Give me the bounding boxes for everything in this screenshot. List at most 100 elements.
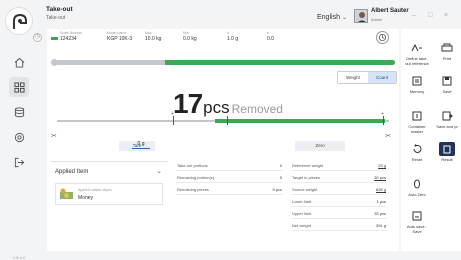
save-icon <box>439 74 455 88</box>
tool-memory[interactable]: Memory <box>401 74 433 94</box>
language-selector[interactable]: English ⌄ <box>317 14 347 21</box>
nav-database-icon[interactable] <box>9 102 29 122</box>
progress-start-handle <box>51 59 58 66</box>
tool-define-reference[interactable]: Define take- out reference <box>401 41 433 66</box>
current-marker <box>227 116 228 125</box>
info-value: 124234 <box>60 36 77 42</box>
avatar[interactable] <box>354 9 368 23</box>
load-progress-fill <box>164 60 395 65</box>
reset-icon <box>409 142 425 156</box>
tool-panel: Define take- out reference Print Memory … <box>401 29 461 251</box>
page-title: Take-out <box>46 6 73 13</box>
info-value: 0.0 kg <box>183 36 197 42</box>
table-row: Target in pieces 30 pcs <box>291 171 387 183</box>
auto-save-icon <box>409 209 425 223</box>
nav-logout-icon[interactable] <box>9 152 29 172</box>
tool-label: Memory <box>409 89 425 94</box>
scissors-left-icon: ✂ <box>51 133 57 140</box>
auto-zero-icon <box>409 177 425 191</box>
table-row: Remaining pieces 9 pcs <box>176 183 283 195</box>
row-label: Take-out portions <box>177 163 208 168</box>
tool-print[interactable]: Print <box>433 41 461 61</box>
applied-item-panel: Applied Item ⌄ Applied master object Mon… <box>51 161 168 213</box>
info-label: e <box>267 31 269 35</box>
toggle-weight[interactable]: Weight <box>338 72 368 83</box>
toggle-count[interactable]: Count <box>367 72 396 83</box>
tool-result[interactable]: Result <box>433 142 461 162</box>
row-label: Reference weight <box>292 163 324 168</box>
row-value: 9 <box>279 175 282 180</box>
save-print-icon <box>439 109 455 123</box>
applied-item-title: Applied Item <box>55 169 89 175</box>
user-name: Albert Sauter <box>371 8 409 14</box>
info-value: 1.0 g <box>227 36 239 42</box>
row-value: 0 <box>279 163 282 168</box>
row-value-link[interactable]: 23 g <box>378 163 386 168</box>
tool-container-master[interactable]: Container master <box>401 109 433 134</box>
info-max: Max 10.0 kg <box>145 31 161 42</box>
result-icon <box>439 142 455 156</box>
scissors-right-icon: ✂ <box>385 133 391 140</box>
nav-scale-icon[interactable] <box>9 127 29 147</box>
row-value: 391 g <box>375 223 386 228</box>
tool-label: Define take- out reference <box>405 56 429 66</box>
tool-auto-save[interactable]: Auto save - Save <box>401 209 433 234</box>
app-logo[interactable]: ◷ <box>5 7 42 42</box>
info-label: Max <box>145 31 152 35</box>
reading-status: Removed <box>231 102 283 116</box>
tool-reset[interactable]: Reset <box>401 142 433 162</box>
define-reference-icon <box>409 41 425 55</box>
row-label: Lower limit <box>292 199 312 204</box>
row-value-link[interactable]: 30 pcs <box>374 175 386 180</box>
row-label: Remaining portion(s) <box>177 175 215 180</box>
tare-value: 0 <box>137 141 141 147</box>
table-row: Source weight 826 g <box>291 183 387 195</box>
row-label: Source weight <box>292 187 318 192</box>
breadcrumb: Take-out <box>46 15 66 21</box>
info-model: Model name KGP 10K-3 <box>107 31 132 42</box>
row-value: 33 pcs <box>374 211 386 216</box>
tool-save-print[interactable]: Save and pr <box>433 109 461 129</box>
weighing-card: Scale Number 124234 Model name KGP 10K-3… <box>47 29 399 251</box>
tool-label: Reset <box>411 157 423 162</box>
upper-limit-plus: + <box>381 111 384 117</box>
close-button[interactable]: × <box>444 12 448 19</box>
view-toggle: Weight Count <box>337 71 397 84</box>
row-value-link[interactable]: 826 g <box>376 187 386 192</box>
info-d: d 1.0 g <box>227 31 238 42</box>
tool-label: Print <box>442 56 452 61</box>
tare-value-input[interactable]: 0 g <box>132 139 150 149</box>
reference-table: Reference weight 23 g Target in pieces 30 … <box>291 159 387 231</box>
maximize-button[interactable]: □ <box>428 12 432 19</box>
info-label: d <box>227 31 229 35</box>
reading-unit: pcs <box>203 98 230 117</box>
chevron-down-icon[interactable]: ⌄ <box>156 167 162 175</box>
info-scale-number: Scale Number 124234 <box>51 31 82 42</box>
row-value: 9 pcs <box>272 187 282 192</box>
scale-info-row: Scale Number 124234 Model name KGP 10K-3… <box>47 29 399 49</box>
info-min: Min 0.0 kg <box>183 31 197 42</box>
build-version: V.B.3.0 <box>12 255 26 260</box>
scale-settings-icon[interactable] <box>376 31 389 44</box>
applied-item-card[interactable]: Applied master object Money <box>55 183 163 205</box>
tool-save[interactable]: Save <box>433 74 461 94</box>
nav-apps-icon[interactable] <box>9 77 29 97</box>
tool-label: Auto save - Save <box>406 224 428 234</box>
lower-limit-plus: + <box>171 111 174 117</box>
upper-limit-marker <box>383 116 384 125</box>
row-label: Remaining pieces <box>177 187 209 192</box>
row-label: Upper limit <box>292 211 312 216</box>
side-navigation: ◷ V.B.3.0 <box>0 0 42 260</box>
app-window: ◷ V.B.3.0 Take-out Take-out English ⌄ Al… <box>0 0 461 260</box>
item-name: Money <box>78 195 94 201</box>
zero-button[interactable]: Zero <box>295 141 345 151</box>
info-label: Min <box>183 31 189 35</box>
minimize-button[interactable]: – <box>412 12 416 19</box>
nav-home-icon[interactable] <box>9 52 29 72</box>
reading-value: 17 <box>173 88 203 119</box>
print-icon <box>439 41 455 55</box>
tool-auto-zero[interactable]: Auto Zero <box>401 177 433 197</box>
table-row: Remaining portion(s) 9 <box>176 171 283 183</box>
table-row: Reference weight 23 g <box>291 159 387 171</box>
info-value: KGP 10K-3 <box>107 36 133 42</box>
